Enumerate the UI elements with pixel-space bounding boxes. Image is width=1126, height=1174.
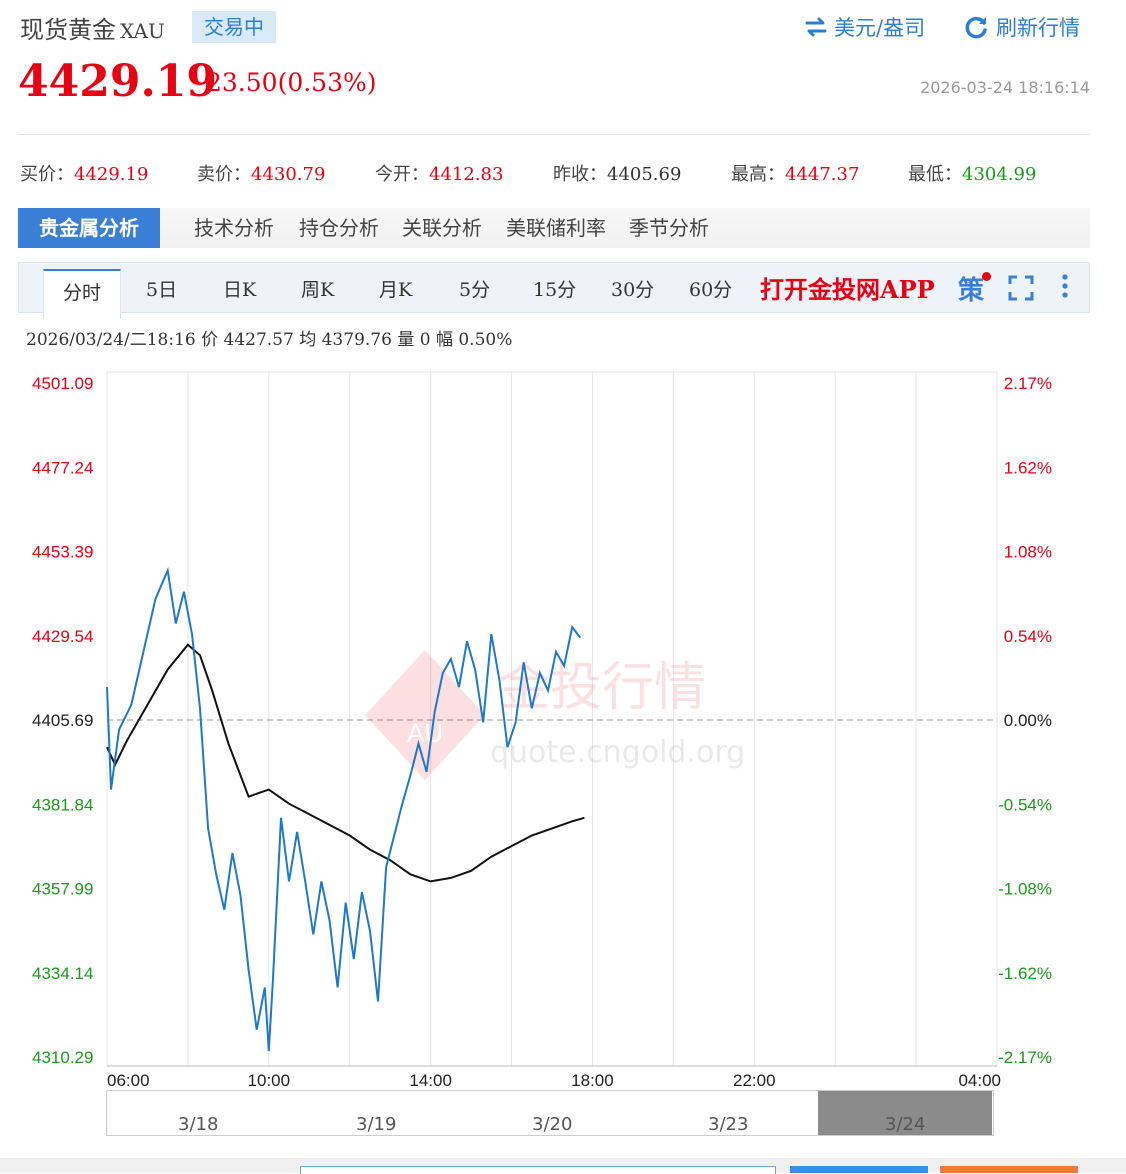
tab-seasonal[interactable]: 季节分析 <box>629 208 709 248</box>
quote-prev-close: 昨收：4405.69 <box>553 160 681 186</box>
tab-60min[interactable]: 60分 <box>689 263 732 313</box>
y-tick-label-right: 1.08% <box>1004 543 1052 562</box>
trading-status-badge: 交易中 <box>192 11 276 43</box>
x-tick-label: 22:00 <box>733 1071 776 1090</box>
tab-technical[interactable]: 技术分析 <box>194 208 274 248</box>
bid-value: 4429.19 <box>74 164 149 185</box>
low-value: 4304.99 <box>962 164 1037 185</box>
y-axis-left: 4501.09 4477.24 4453.39 4429.54 4405.69 4381.… <box>32 374 93 1067</box>
y-tick-label-left: 4477.24 <box>32 458 93 477</box>
swap-icon <box>805 17 827 37</box>
y-tick-label-right: 0.54% <box>1004 627 1052 646</box>
ask-label: 卖价： <box>197 164 251 185</box>
instrument-symbol: XAU <box>120 19 165 43</box>
refresh-label: 刷新行情 <box>996 16 1080 40</box>
ask-value: 4430.79 <box>251 164 326 185</box>
y-tick-label-right: -1.62% <box>998 964 1052 983</box>
y-axis-right: 2.17% 1.62% 1.08% 0.54% 0.00% -0.54% -1.08% -1.… <box>998 374 1052 1067</box>
y-tick-label-left: 4429.54 <box>32 627 93 646</box>
tab-monthly-k[interactable]: 月K <box>379 263 412 313</box>
quote-low: 最低：4304.99 <box>908 160 1036 186</box>
y-tick-label-right: -2.17% <box>998 1048 1052 1067</box>
y-tick-label-right: 0.00% <box>1004 711 1052 730</box>
tab-correlation[interactable]: 关联分析 <box>402 208 482 248</box>
tab-30min[interactable]: 30分 <box>611 263 654 313</box>
open-label: 今开： <box>375 164 429 185</box>
quote-ask: 卖价：4430.79 <box>197 160 325 186</box>
y-tick-label-left: 4381.84 <box>32 795 93 814</box>
strategy-label: 策 <box>958 276 985 306</box>
prev-close-label: 昨收： <box>553 164 607 185</box>
open-app-link[interactable]: 打开金投网APP <box>760 270 935 305</box>
y-tick-label-right: 2.17% <box>1004 374 1052 393</box>
high-label: 最高： <box>731 164 785 185</box>
y-tick-label-right: -0.54% <box>998 795 1052 814</box>
x-axis: 06:00 10:00 14:00 18:00 22:00 04:00 <box>107 1071 1001 1090</box>
divider <box>18 134 1090 135</box>
price-change: 23.50(0.53%) <box>206 68 377 97</box>
analysis-tab-bar: 贵金属分析 技术分析 持仓分析 关联分析 美联储利率 季节分析 <box>18 208 1090 248</box>
high-value: 4447.37 <box>785 164 860 185</box>
y-tick-label-right: 1.62% <box>1004 458 1052 477</box>
navigator-label: 3/19 <box>356 1114 397 1135</box>
instrument-name: 现货黄金 <box>20 16 116 44</box>
notification-dot <box>982 272 991 281</box>
fullscreen-icon[interactable] <box>1008 275 1034 301</box>
y-tick-label-left: 4357.99 <box>32 880 93 899</box>
tab-5day[interactable]: 5日 <box>146 263 177 313</box>
x-tick-label: 04:00 <box>958 1071 1001 1090</box>
quote-bid: 买价：4429.19 <box>20 160 148 186</box>
open-value: 4412.83 <box>429 164 504 185</box>
more-options-icon[interactable] <box>1058 272 1072 302</box>
watermark: AU 金投行情 quote.cngold.org <box>365 650 745 780</box>
y-tick-label-left: 4405.69 <box>32 711 93 730</box>
watermark-logo-text: AU <box>407 718 443 748</box>
x-tick-label: 10:00 <box>248 1071 291 1090</box>
refresh-button[interactable]: 刷新行情 <box>964 12 1080 42</box>
x-tick-label: 06:00 <box>107 1071 150 1090</box>
y-tick-label-right: -1.08% <box>998 880 1052 899</box>
y-tick-label-left: 4334.14 <box>32 964 93 983</box>
quote-open: 今开：4412.83 <box>375 160 503 186</box>
bid-label: 买价： <box>20 164 74 185</box>
footer-bar <box>0 1158 1126 1174</box>
navigator-label: 3/23 <box>708 1114 749 1135</box>
tab-daily-k[interactable]: 日K <box>223 263 256 313</box>
low-label: 最低： <box>908 164 962 185</box>
price-line <box>106 566 582 1052</box>
chart-grid <box>106 371 998 1067</box>
tab-precious-metals[interactable]: 贵金属分析 <box>18 208 160 248</box>
x-tick-label: 14:00 <box>409 1071 452 1090</box>
quote-high: 最高：4447.37 <box>731 160 859 186</box>
tab-positions[interactable]: 持仓分析 <box>299 208 379 248</box>
currency-toggle-label: 美元/盎司 <box>834 16 926 40</box>
currency-toggle-button[interactable]: 美元/盎司 <box>804 12 925 42</box>
crosshair-info: 2026/03/24/二18:16 价 4427.57 均 4379.76 量 … <box>26 330 513 350</box>
quote-timestamp: 2026-03-24 18:16:14 <box>920 78 1090 97</box>
x-tick-label: 18:00 <box>571 1071 614 1090</box>
current-price: 4429.19 <box>18 56 218 107</box>
instrument-title: 现货黄金 XAU <box>20 10 165 45</box>
navigator-label: 3/20 <box>532 1114 573 1135</box>
navigator-label: 3/24 <box>885 1114 926 1135</box>
intraday-chart[interactable]: AU 金投行情 quote.cngold.org 4501.094477.244… <box>0 360 1126 1160</box>
tab-fed-rate[interactable]: 美联储利率 <box>506 208 606 248</box>
y-tick-label-left: 4310.29 <box>32 1048 93 1067</box>
tab-intraday[interactable]: 分时 <box>43 269 121 319</box>
tab-weekly-k[interactable]: 周K <box>301 263 334 313</box>
navigator-label: 3/18 <box>178 1114 219 1135</box>
footer-button-blue[interactable] <box>790 1166 928 1173</box>
prev-close-value: 4405.69 <box>607 164 682 185</box>
strategy-button[interactable]: 策 <box>958 270 991 307</box>
refresh-icon <box>965 16 987 39</box>
watermark-logo <box>365 650 485 780</box>
watermark-url: quote.cngold.org <box>490 735 745 770</box>
footer-button-orange[interactable] <box>940 1166 1078 1173</box>
y-tick-label-left: 4453.39 <box>32 543 93 562</box>
tab-15min[interactable]: 15分 <box>533 263 576 313</box>
y-tick-label-left: 4501.09 <box>32 374 93 393</box>
tab-5min[interactable]: 5分 <box>459 263 490 313</box>
